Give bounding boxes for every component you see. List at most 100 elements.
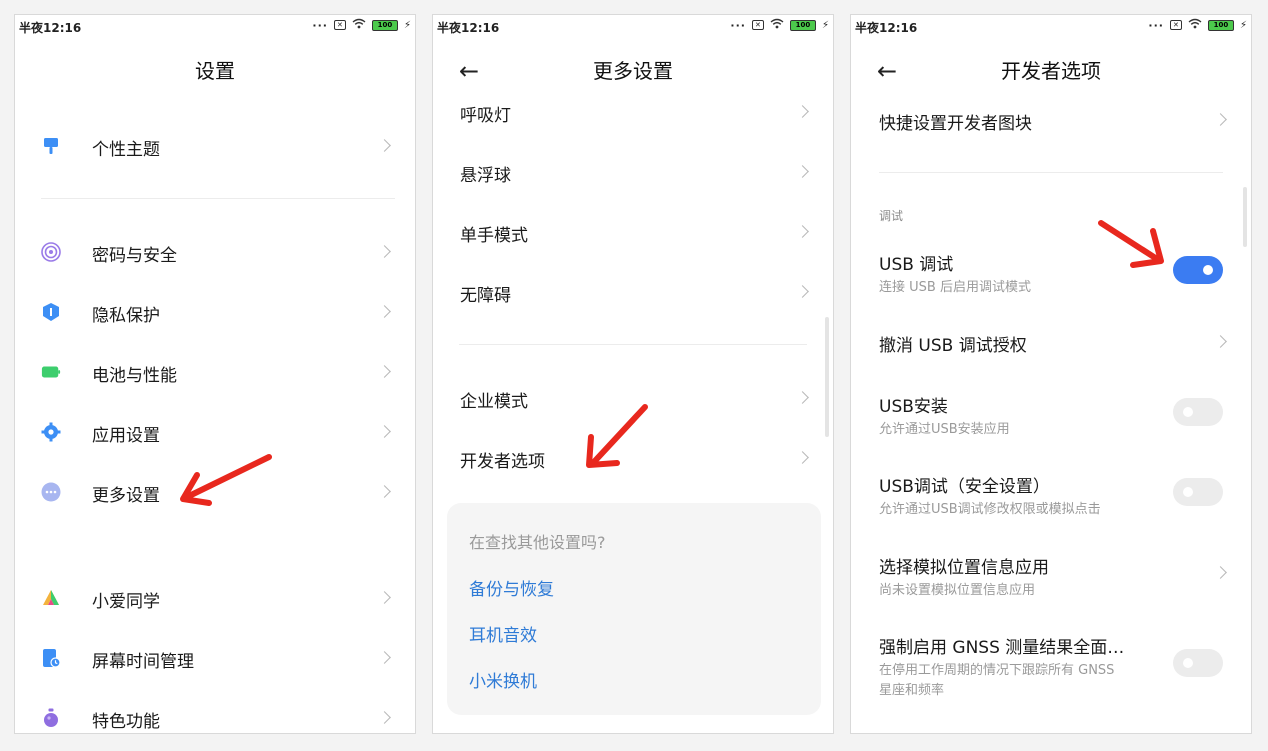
status-bar: 半夜12:16 ··· ✕ 100 ⚡ (851, 15, 1251, 39)
settings-item-label: 个性主题 (92, 140, 160, 160)
page-header: 设置 (15, 53, 415, 89)
potion-icon (44, 708, 58, 727)
chevron-right-icon (796, 165, 809, 178)
more-item-one-hand-mode[interactable]: 单手模式 (433, 202, 833, 262)
charging-bolt-icon: ⚡ (403, 19, 411, 31)
dev-item-subtitle-line2: 星座和频率 (879, 683, 945, 698)
charging-bolt-icon: ⚡ (821, 19, 829, 31)
chevron-right-icon (378, 711, 391, 724)
dev-item-subtitle: 允许通过USB调试修改权限或模拟点击 (879, 502, 1101, 517)
more-status-icon: ··· (1148, 18, 1164, 32)
settings-item-battery[interactable]: 电池与性能 (15, 342, 415, 402)
settings-item-label: 电池与性能 (92, 366, 177, 386)
page-title: 开发者选项 (1001, 59, 1101, 83)
gear-icon (41, 422, 61, 442)
status-bar: 半夜12:16 ··· ✕ 100 ⚡ (433, 15, 833, 39)
dev-item-usb-debugging[interactable]: USB 调试 连接 USB 后启用调试模式 (851, 240, 1251, 300)
divider (459, 344, 807, 345)
more-item-label: 单手模式 (460, 226, 528, 246)
chevron-right-icon (378, 365, 391, 378)
status-time: 半夜12:16 (437, 21, 500, 35)
chevron-right-icon (796, 225, 809, 238)
chevron-right-icon (1214, 113, 1227, 126)
page-header: ← 开发者选项 (851, 53, 1251, 89)
chevron-right-icon (796, 285, 809, 298)
settings-item-xiaoai[interactable]: 小爱同学 (15, 568, 415, 628)
back-arrow-icon[interactable]: ← (459, 53, 479, 89)
dev-item-usb-debugging-security[interactable]: USB调试（安全设置） 允许通过USB调试修改权限或模拟点击 (851, 462, 1251, 522)
settings-item-features[interactable]: 特色功能 (15, 688, 415, 733)
battery-icon (41, 366, 61, 378)
annotation-arrow (586, 404, 648, 468)
back-arrow-icon[interactable]: ← (877, 53, 897, 89)
dev-item-label: USB调试（安全设置） (879, 477, 1050, 497)
dev-item-label: 选择模拟位置信息应用 (879, 558, 1049, 578)
more-item-label: 悬浮球 (460, 166, 511, 186)
dev-item-subtitle: 尚未设置模拟位置信息应用 (879, 583, 1036, 598)
dev-item-label: USB 调试 (879, 255, 954, 275)
settings-item-password-security[interactable]: 密码与安全 (15, 222, 415, 282)
usb-debugging-security-toggle[interactable] (1173, 478, 1223, 506)
more-item-label: 企业模式 (460, 392, 528, 412)
more-item-breathing-light[interactable]: 呼吸灯 (433, 82, 833, 142)
dev-item-subtitle: 连接 USB 后启用调试模式 (879, 280, 1031, 295)
dev-item-label: USB安装 (879, 397, 948, 417)
wifi-icon (770, 18, 784, 32)
dev-item-label: 快捷设置开发者图块 (879, 114, 1032, 134)
link-backup-restore[interactable]: 备份与恢复 (469, 575, 554, 600)
dev-item-label: 撤消 USB 调试授权 (879, 336, 1027, 356)
dev-item-mock-location-app[interactable]: 选择模拟位置信息应用 尚未设置模拟位置信息应用 (851, 543, 1251, 603)
settings-item-label: 屏幕时间管理 (92, 652, 194, 672)
chevron-right-icon (378, 245, 391, 258)
settings-item-label: 特色功能 (92, 712, 160, 732)
dev-item-force-gnss[interactable]: 强制启用 GNSS 测量结果全面… 在停用工作周期的情况下跟踪所有 GNSS 星… (851, 623, 1251, 703)
more-item-accessibility[interactable]: 无障碍 (433, 262, 833, 322)
settings-screen: 半夜12:16 ··· ✕ 100 ⚡ 设置 个性主题 密码与安全 隐私保护 电… (14, 14, 416, 734)
more-settings-screen: 半夜12:16 ··· ✕ 100 ⚡ ← 更多设置 呼吸灯 悬浮球 单手模式 … (432, 14, 834, 734)
chevron-right-icon (378, 425, 391, 438)
settings-item-label: 小爱同学 (92, 592, 160, 612)
usb-install-toggle[interactable] (1173, 398, 1223, 426)
sim-off-icon: ✕ (751, 20, 764, 30)
chevron-right-icon (796, 105, 809, 118)
settings-item-privacy[interactable]: 隐私保护 (15, 282, 415, 342)
status-time: 半夜12:16 (855, 21, 918, 35)
usb-debugging-toggle[interactable] (1173, 256, 1223, 284)
privacy-shield-icon (43, 303, 59, 321)
battery-status-icon: 100 (789, 19, 816, 31)
more-item-floating-ball[interactable]: 悬浮球 (433, 142, 833, 202)
dev-item-label: 强制启用 GNSS 测量结果全面… (879, 638, 1125, 658)
screen-time-icon (43, 649, 61, 668)
more-item-label: 呼吸灯 (460, 106, 511, 126)
settings-item-screen-time[interactable]: 屏幕时间管理 (15, 628, 415, 688)
settings-item-label: 更多设置 (92, 486, 160, 506)
dev-item-revoke-usb-auth[interactable]: 撤消 USB 调试授权 (851, 312, 1251, 372)
sim-off-icon: ✕ (1169, 20, 1182, 30)
chevron-right-icon (1214, 335, 1227, 348)
settings-item-theme[interactable]: 个性主题 (15, 116, 415, 176)
chevron-right-icon (378, 305, 391, 318)
dev-item-quick-settings-tiles[interactable]: 快捷设置开发者图块 (851, 90, 1251, 150)
more-item-label: 开发者选项 (460, 452, 545, 472)
dev-item-subtitle: 允许通过USB安装应用 (879, 422, 1010, 437)
chevron-right-icon (796, 451, 809, 464)
link-mi-mover[interactable]: 小米换机 (469, 667, 537, 692)
assistant-icon (43, 590, 59, 605)
chevron-right-icon (378, 139, 391, 152)
wifi-icon (352, 18, 366, 32)
link-headphone-audio[interactable]: 耳机音效 (469, 621, 537, 646)
fingerprint-icon (41, 242, 61, 262)
card-question: 在查找其他设置吗? (469, 533, 606, 552)
chevron-right-icon (378, 591, 391, 604)
annotation-arrow (180, 454, 272, 506)
chevron-right-icon (378, 651, 391, 664)
force-gnss-toggle[interactable] (1173, 649, 1223, 677)
sim-off-icon: ✕ (333, 20, 346, 30)
status-bar: 半夜12:16 ··· ✕ 100 ⚡ (15, 15, 415, 39)
related-settings-card: 在查找其他设置吗? 备份与恢复 耳机音效 小米换机 (447, 503, 821, 715)
dev-item-usb-install[interactable]: USB安装 允许通过USB安装应用 (851, 382, 1251, 442)
more-item-label: 无障碍 (460, 286, 511, 306)
section-title-debug: 调试 (879, 209, 904, 223)
settings-item-label: 隐私保护 (92, 306, 160, 326)
scrollbar[interactable] (1243, 187, 1247, 247)
